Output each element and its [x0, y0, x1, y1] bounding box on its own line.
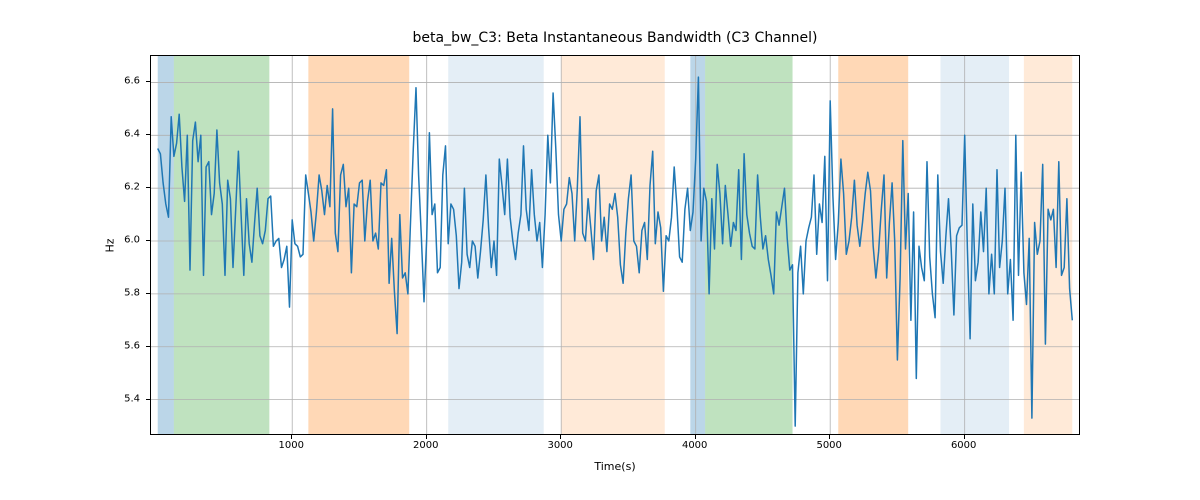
plot-svg [151, 56, 1079, 434]
y-tick-label: 6.0 [124, 235, 140, 246]
y-tickmark [146, 134, 150, 135]
shaded-region [561, 56, 665, 434]
y-tickmark [146, 187, 150, 188]
y-tickmark [146, 346, 150, 347]
y-tickmark [146, 81, 150, 82]
x-tickmark [695, 435, 696, 439]
x-tickmark [560, 435, 561, 439]
y-tickmark [146, 293, 150, 294]
x-tick-label: 1000 [278, 440, 303, 451]
y-tick-label: 5.8 [124, 287, 140, 298]
plot-area [150, 55, 1080, 435]
x-tick-label: 2000 [413, 440, 438, 451]
shaded-region [158, 56, 174, 434]
y-tickmark [146, 399, 150, 400]
y-tick-label: 5.4 [124, 393, 140, 404]
x-tick-label: 5000 [816, 440, 841, 451]
x-tickmark [964, 435, 965, 439]
y-tick-label: 6.6 [124, 76, 140, 87]
y-tickmark [146, 240, 150, 241]
x-tick-label: 6000 [951, 440, 976, 451]
y-tick-label: 6.4 [124, 129, 140, 140]
y-tick-label: 6.2 [124, 182, 140, 193]
y-axis-label: Hz [100, 55, 120, 435]
shaded-region [174, 56, 269, 434]
x-tickmark [291, 435, 292, 439]
y-tick-label: 5.6 [124, 340, 140, 351]
x-tick-label: 4000 [682, 440, 707, 451]
x-tickmark [829, 435, 830, 439]
x-tickmark [426, 435, 427, 439]
shaded-region [705, 56, 792, 434]
figure: beta_bw_C3: Beta Instantaneous Bandwidth… [0, 0, 1200, 500]
chart-title: beta_bw_C3: Beta Instantaneous Bandwidth… [150, 30, 1080, 46]
shaded-region [308, 56, 409, 434]
x-axis-label: Time(s) [150, 460, 1080, 473]
x-tick-label: 3000 [547, 440, 572, 451]
